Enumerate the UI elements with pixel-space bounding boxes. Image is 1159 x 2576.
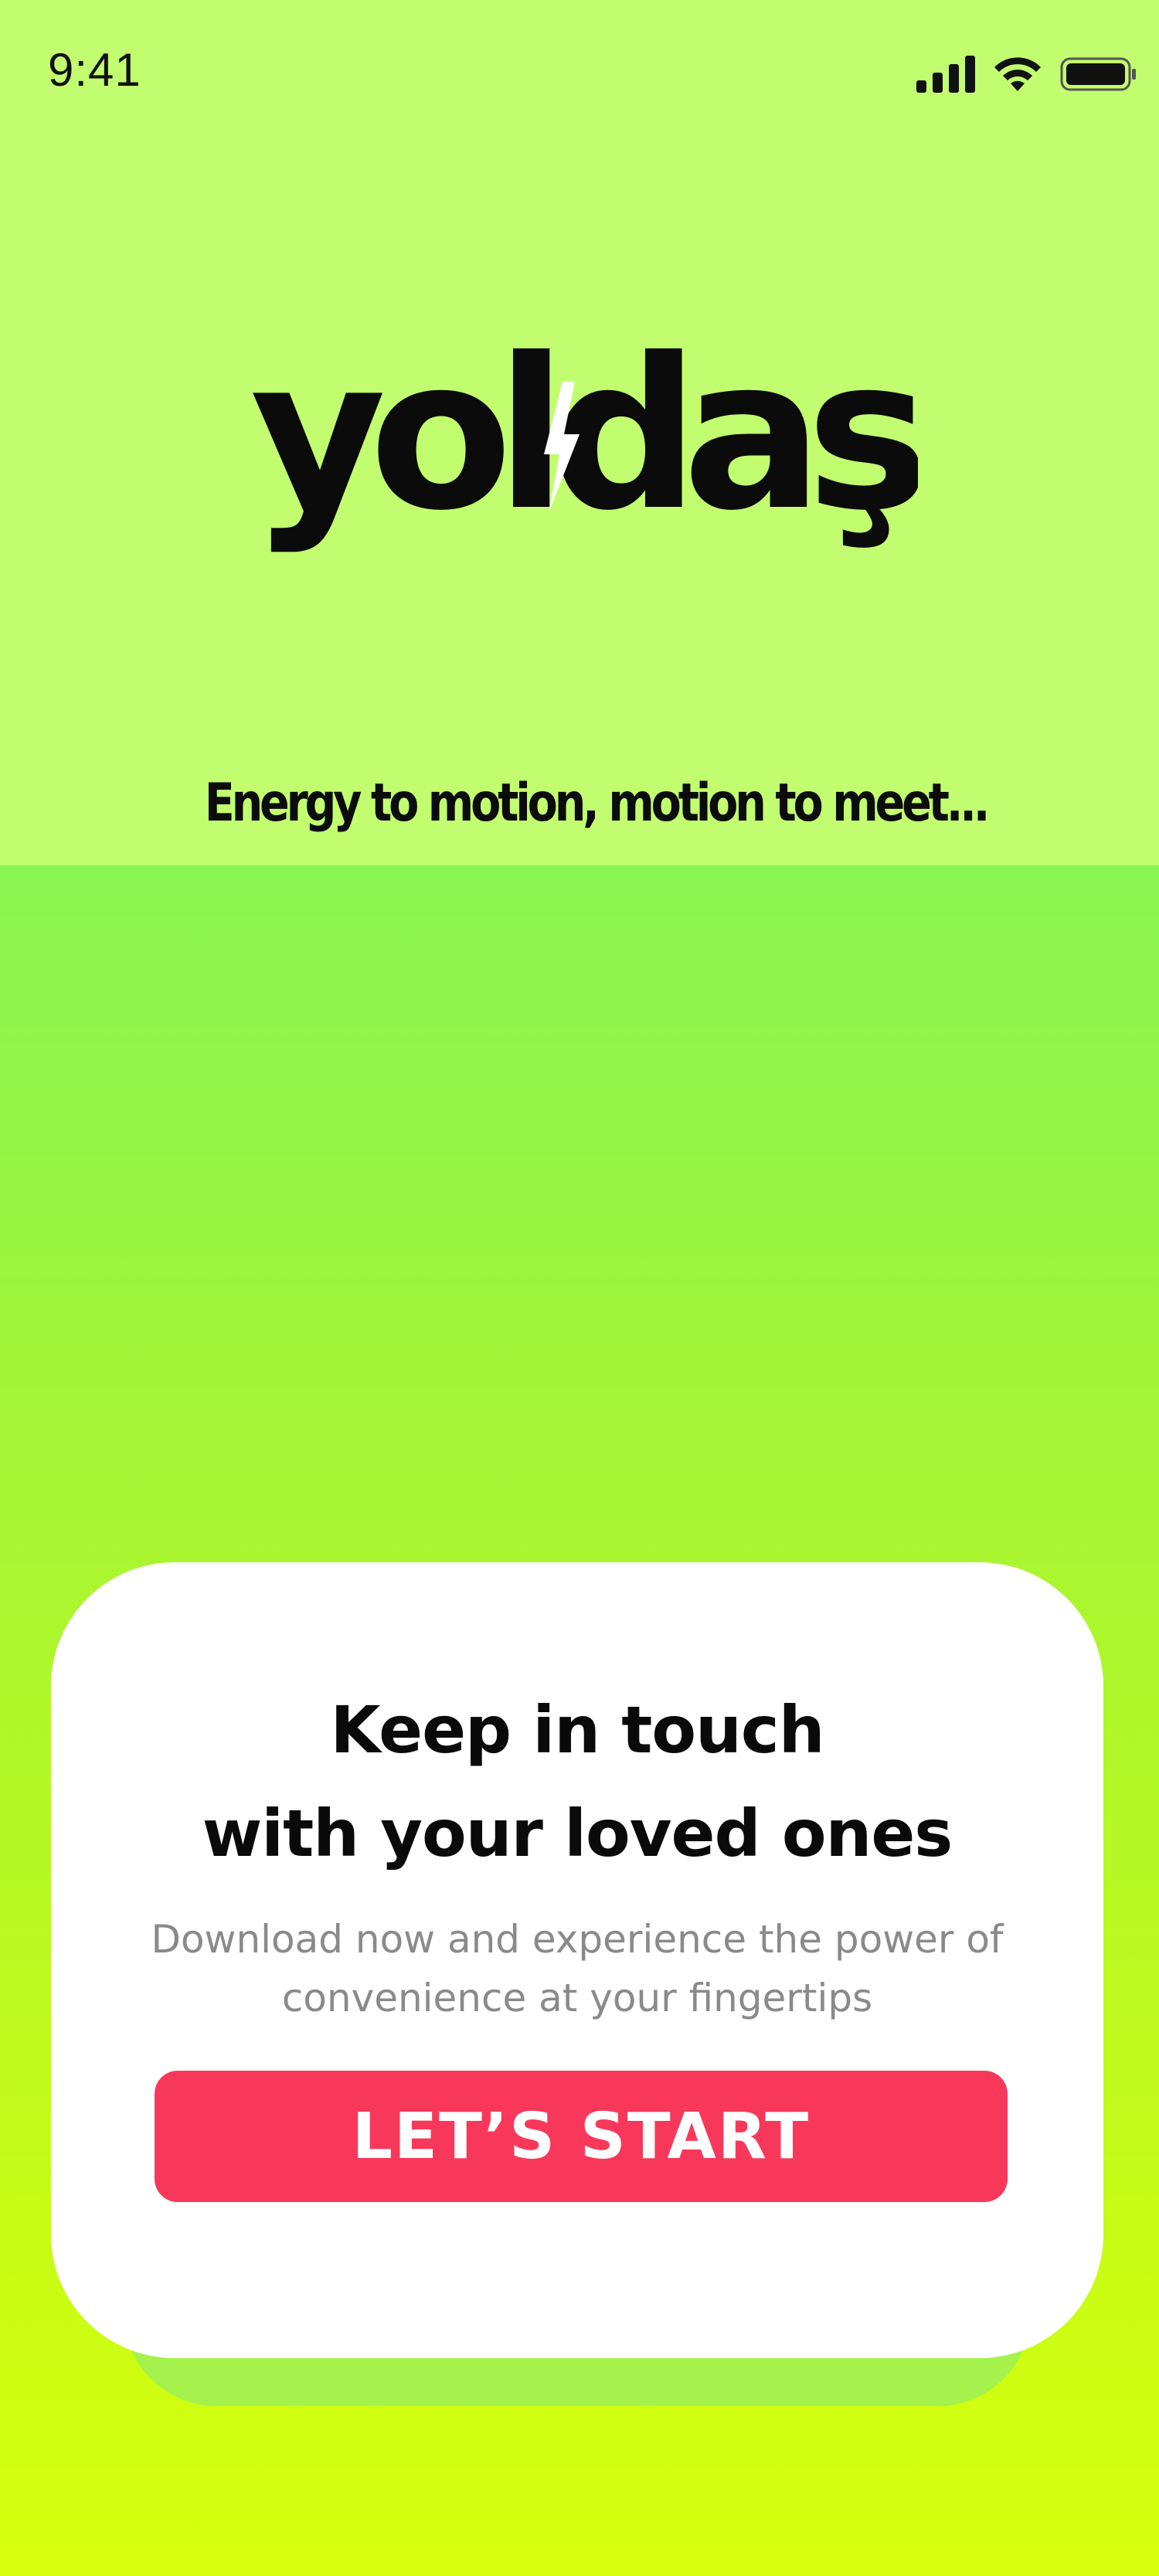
cellular-signal-icon bbox=[916, 56, 975, 93]
card-description: Download now and experience the power of… bbox=[51, 1910, 1103, 2027]
card-title: Keep in touch with your loved ones bbox=[51, 1678, 1103, 1885]
battery-icon bbox=[1060, 57, 1136, 91]
lets-start-button[interactable]: LET’S START bbox=[155, 2071, 1008, 2202]
welcome-card: Keep in touch with your loved ones Downl… bbox=[51, 1562, 1103, 2358]
card-description-line-1: Download now and experience the power of bbox=[151, 1917, 1004, 1962]
tagline: Energy to motion, motion to meet... bbox=[204, 773, 991, 834]
card-title-line-2: with your loved ones bbox=[202, 1796, 953, 1871]
status-bar-icons bbox=[916, 53, 1137, 96]
wifi-icon bbox=[994, 57, 1041, 91]
svg-text:yoldaş: yoldaş bbox=[250, 337, 918, 556]
yoldas-logo: yoldaş bbox=[250, 337, 918, 556]
card-title-line-1: Keep in touch bbox=[330, 1692, 824, 1768]
status-bar-time: 9:41 bbox=[48, 44, 141, 96]
card-description-line-2: convenience at your fingertips bbox=[281, 1976, 873, 2020]
